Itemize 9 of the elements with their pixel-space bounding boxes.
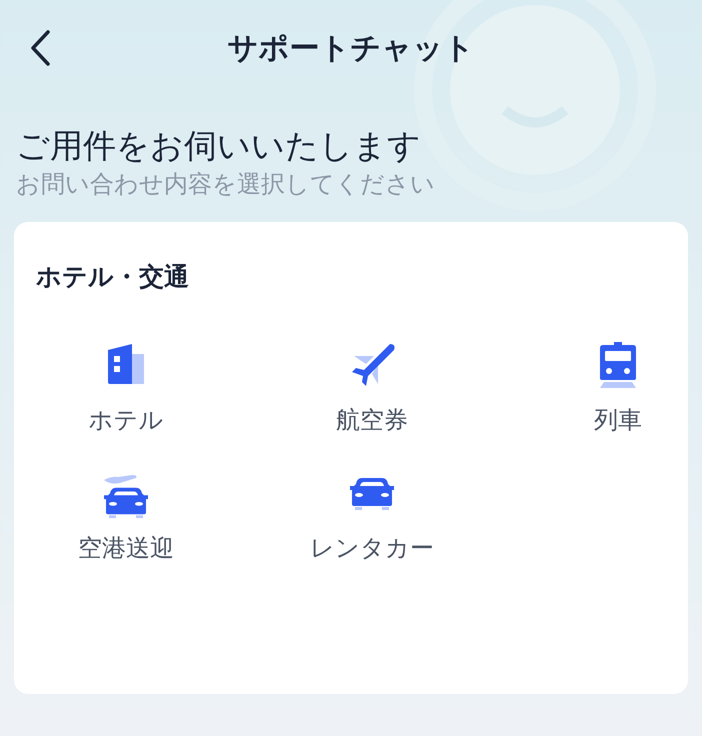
category-item[interactable]: レンタカー	[282, 466, 462, 566]
category-item[interactable]: 空港送迎	[36, 466, 216, 566]
category-item[interactable]: ホテル	[36, 338, 216, 438]
heading: ご用件をお伺いいたします	[16, 125, 421, 167]
category-item[interactable]: 列車	[528, 338, 702, 438]
header-title: サポートチャット	[228, 30, 474, 68]
subheading: お問い合わせ内容を選択してください	[16, 169, 435, 200]
category-item[interactable]: 航空券	[282, 338, 462, 438]
section-title: ホテル・交通	[36, 261, 189, 293]
